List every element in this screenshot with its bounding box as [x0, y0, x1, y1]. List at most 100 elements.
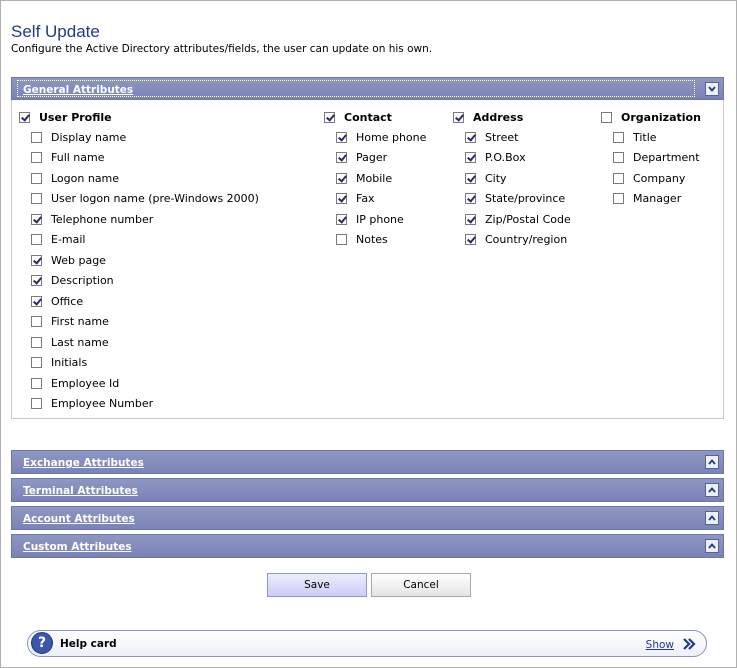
- attribute-checkbox[interactable]: [465, 234, 476, 245]
- column-select-all-checkbox[interactable]: [19, 111, 30, 123]
- attribute-checkbox[interactable]: [613, 131, 624, 143]
- general-attributes-header[interactable]: General Attributes: [11, 77, 724, 100]
- attribute-label: Logon name: [51, 171, 120, 185]
- attribute-checkbox[interactable]: [31, 213, 42, 225]
- attribute-item[interactable]: Zip/Postal Code: [465, 211, 571, 227]
- column-select-all-checkbox[interactable]: [453, 111, 464, 123]
- section-link[interactable]: Account Attributes: [23, 513, 135, 525]
- attribute-item[interactable]: Employee Number: [31, 396, 153, 412]
- attribute-label: P.O.Box: [485, 151, 526, 164]
- attribute-checkbox[interactable]: [465, 172, 476, 184]
- attribute-checkbox[interactable]: [613, 152, 624, 163]
- expand-toggle-button[interactable]: [705, 511, 719, 525]
- attribute-checkbox[interactable]: [31, 377, 42, 389]
- attribute-checkbox[interactable]: [31, 295, 42, 307]
- attribute-checkbox[interactable]: [31, 193, 42, 204]
- attribute-label: E-mail: [51, 233, 86, 246]
- page-title: Self Update: [11, 22, 100, 41]
- attribute-checkbox[interactable]: [31, 357, 42, 368]
- attribute-label: User logon name (pre-Windows 2000): [51, 192, 259, 205]
- attribute-checkbox[interactable]: [31, 172, 42, 184]
- attribute-checkbox[interactable]: [465, 152, 476, 163]
- section-custom: Custom Attributes: [11, 534, 724, 558]
- page-description: Configure the Active Directory attribute…: [11, 43, 433, 55]
- attribute-item[interactable]: Home phone: [336, 129, 426, 145]
- attribute-item[interactable]: Country/region: [465, 232, 567, 248]
- double-chevron-right-icon[interactable]: [682, 637, 696, 651]
- section-header[interactable]: Terminal Attributes: [11, 478, 724, 502]
- attribute-item[interactable]: Initials: [31, 355, 87, 371]
- attribute-item[interactable]: Web page: [31, 252, 106, 268]
- attribute-item[interactable]: Logon name: [31, 170, 119, 186]
- attribute-item[interactable]: Department: [613, 150, 700, 166]
- attribute-checkbox[interactable]: [31, 398, 42, 409]
- expand-toggle-button[interactable]: [705, 455, 719, 469]
- attribute-checkbox[interactable]: [336, 172, 347, 184]
- save-button[interactable]: Save: [267, 573, 367, 597]
- attribute-item[interactable]: Employee Id: [31, 375, 119, 391]
- attribute-checkbox[interactable]: [31, 234, 42, 245]
- attribute-checkbox[interactable]: [465, 193, 476, 204]
- attribute-item[interactable]: Pager: [336, 150, 387, 166]
- section-link[interactable]: Custom Attributes: [23, 541, 132, 553]
- expand-toggle-button[interactable]: [705, 539, 719, 553]
- attribute-item[interactable]: P.O.Box: [465, 150, 526, 166]
- cancel-button[interactable]: Cancel: [371, 573, 471, 597]
- column-heading[interactable]: Organization: [601, 109, 701, 125]
- attribute-item[interactable]: Office: [31, 293, 83, 309]
- attribute-label: Company: [633, 171, 686, 185]
- attribute-checkbox[interactable]: [336, 234, 347, 245]
- attribute-label: Manager: [633, 192, 682, 205]
- attribute-item[interactable]: Display name: [31, 129, 126, 145]
- section-link[interactable]: Exchange Attributes: [23, 457, 144, 469]
- attribute-checkbox[interactable]: [31, 336, 42, 348]
- attribute-item[interactable]: City: [465, 170, 507, 186]
- attribute-item[interactable]: Description: [31, 273, 114, 289]
- attribute-item[interactable]: Title: [613, 129, 657, 145]
- attribute-item[interactable]: Full name: [31, 150, 105, 166]
- attribute-label: Full name: [51, 151, 105, 164]
- column-heading[interactable]: User Profile: [19, 109, 112, 125]
- attribute-checkbox[interactable]: [31, 131, 42, 143]
- general-attributes-link[interactable]: General Attributes: [23, 84, 133, 96]
- help-show-link[interactable]: Show: [646, 639, 674, 651]
- attribute-item[interactable]: Notes: [336, 232, 388, 248]
- column-select-all-checkbox[interactable]: [324, 111, 335, 123]
- attribute-item[interactable]: Last name: [31, 334, 109, 350]
- attribute-item[interactable]: Fax: [336, 191, 375, 207]
- attribute-checkbox[interactable]: [31, 316, 42, 327]
- attribute-checkbox[interactable]: [613, 172, 624, 184]
- attribute-checkbox[interactable]: [336, 131, 347, 143]
- column-select-all-checkbox[interactable]: [601, 111, 612, 123]
- attribute-checkbox[interactable]: [465, 213, 476, 225]
- attribute-checkbox[interactable]: [465, 131, 476, 143]
- attribute-checkbox[interactable]: [336, 193, 347, 204]
- attribute-item[interactable]: Street: [465, 129, 518, 145]
- help-card: ? Help card Show: [27, 630, 707, 657]
- attribute-item[interactable]: User logon name (pre-Windows 2000): [31, 191, 259, 207]
- attribute-checkbox[interactable]: [31, 152, 42, 163]
- attribute-item[interactable]: State/province: [465, 191, 565, 207]
- attribute-item[interactable]: Manager: [613, 191, 681, 207]
- attribute-item[interactable]: First name: [31, 314, 109, 330]
- attribute-checkbox[interactable]: [336, 213, 347, 225]
- column-heading[interactable]: Contact: [324, 109, 392, 125]
- attribute-item[interactable]: Mobile: [336, 170, 392, 186]
- attribute-checkbox[interactable]: [336, 152, 347, 163]
- attribute-item[interactable]: E-mail: [31, 232, 86, 248]
- attribute-label: Street: [485, 130, 519, 144]
- attribute-checkbox[interactable]: [613, 193, 624, 204]
- attribute-item[interactable]: Company: [613, 170, 685, 186]
- expand-toggle-button[interactable]: [705, 483, 719, 497]
- collapse-toggle-button[interactable]: [705, 82, 719, 96]
- attribute-checkbox[interactable]: [31, 275, 42, 286]
- section-link[interactable]: Terminal Attributes: [23, 485, 138, 497]
- section-header[interactable]: Account Attributes: [11, 506, 724, 530]
- section-header[interactable]: Exchange Attributes: [11, 450, 724, 474]
- attribute-item[interactable]: Telephone number: [31, 211, 153, 227]
- section-header[interactable]: Custom Attributes: [11, 534, 724, 558]
- attribute-item[interactable]: IP phone: [336, 211, 404, 227]
- section-account: Account Attributes: [11, 506, 724, 530]
- attribute-checkbox[interactable]: [31, 254, 42, 266]
- column-heading[interactable]: Address: [453, 109, 523, 125]
